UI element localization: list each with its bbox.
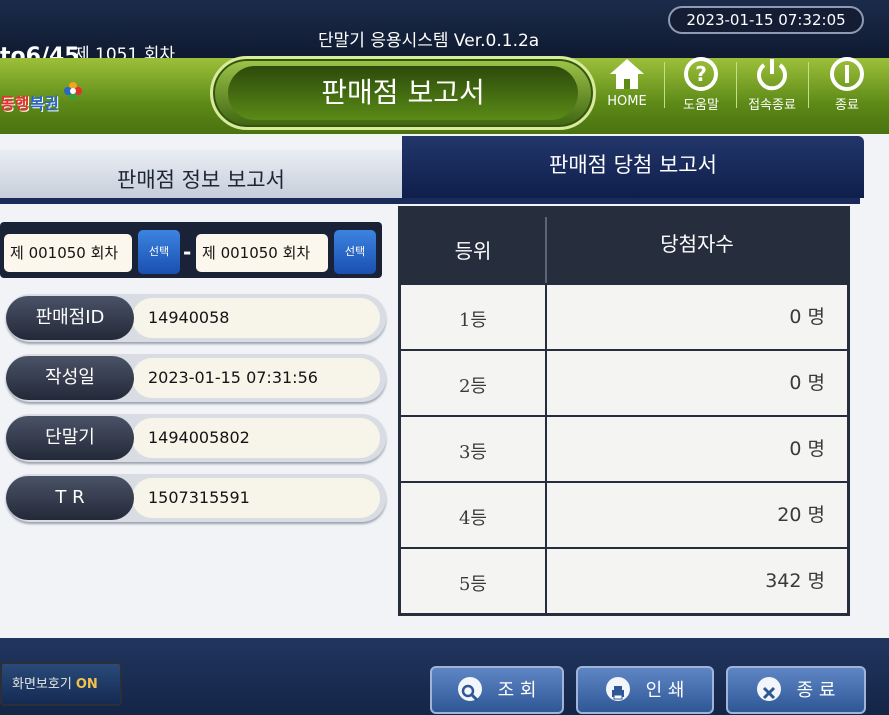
count-cell: 0 명: [789, 306, 825, 328]
table-row: 2등 0 명: [401, 349, 847, 415]
logo-flower-icon: [64, 82, 82, 100]
home-button[interactable]: HOME: [598, 56, 656, 116]
round-to-select-button[interactable]: 선택: [334, 230, 376, 274]
header-divider: [808, 62, 809, 108]
tr-row: 1507315591 T R: [6, 474, 388, 522]
range-separator: -: [183, 240, 192, 264]
count-cell: 0 명: [789, 438, 825, 460]
header-divider: [664, 62, 665, 108]
table-row: 3등 0 명: [401, 415, 847, 481]
print-button[interactable]: 인 쇄: [576, 666, 714, 714]
exit-bottom-label: 종 료: [796, 680, 836, 701]
round-to-input[interactable]: 제 001050 회차: [196, 234, 328, 272]
screensaver-state: ON: [75, 677, 98, 692]
store-id-row: 14940058 판매점ID: [6, 294, 388, 342]
exit-top-label: 종료: [835, 98, 859, 113]
exit-icon: [830, 57, 864, 91]
home-label: HOME: [607, 94, 647, 109]
screensaver-label: 화면보호기: [12, 677, 72, 692]
page-title: 판매점 보고서: [228, 66, 578, 120]
query-button[interactable]: 조 회: [430, 666, 564, 714]
close-icon: [756, 677, 781, 701]
query-label: 조 회: [497, 680, 537, 701]
help-label: 도움말: [683, 98, 719, 113]
tab-store-info[interactable]: 판매점 정보 보고서: [0, 150, 402, 202]
count-header: 당첨자수: [660, 232, 734, 256]
rank-cell: 5등: [458, 574, 487, 595]
created-date-value: 2023-01-15 07:31:56: [132, 358, 380, 398]
power-icon: [757, 59, 787, 91]
tab-underline: [0, 198, 860, 204]
rank-cell: 3등: [458, 442, 487, 463]
help-icon: ?: [684, 57, 718, 91]
round-from-input[interactable]: 제 001050 회차: [4, 234, 132, 272]
terminal-row: 1494005802 단말기: [6, 414, 388, 462]
svg-text:?: ?: [695, 62, 707, 86]
rank-header: 등위: [454, 239, 492, 263]
tab-winning-report[interactable]: 판매점 당첨 보고서: [402, 136, 864, 198]
winners-table: 등위 당첨자수 1등 0 명 2등 0 명 3등 0 명 4등 20 명 5등 …: [398, 206, 850, 616]
help-button[interactable]: ? 도움말: [672, 56, 730, 116]
table-row: 1등 0 명: [401, 283, 847, 349]
store-id-value: 14940058: [132, 298, 380, 338]
terminal-value: 1494005802: [132, 418, 380, 458]
tr-label: T R: [6, 476, 134, 520]
brand-logo: 동행복권: [0, 90, 59, 114]
printer-icon: [605, 677, 630, 701]
top-bar: to6/45 제 1051 회차 단말기 응용시스템 Ver.0.1.2a 20…: [0, 0, 889, 69]
rank-cell: 4등: [458, 508, 487, 529]
tr-value: 1507315591: [132, 478, 380, 518]
created-date-row: 2023-01-15 07:31:56 작성일: [6, 354, 388, 402]
home-icon: [610, 59, 644, 89]
count-cell: 20 명: [777, 504, 825, 526]
disconnect-button[interactable]: 접속종료: [740, 56, 804, 116]
count-cell: 342 명: [765, 570, 825, 592]
created-date-label: 작성일: [6, 356, 134, 400]
terminal-label: 단말기: [6, 416, 134, 460]
app-title: 단말기 응용시스템 Ver.0.1.2a: [318, 31, 540, 51]
rank-cell: 2등: [458, 376, 487, 397]
screensaver-toggle[interactable]: 화면보호기 ON: [0, 662, 122, 706]
exit-bottom-button[interactable]: 종 료: [726, 666, 866, 714]
table-row: 5등 342 명: [401, 547, 847, 613]
print-label: 인 쇄: [645, 680, 685, 701]
table-row: 4등 20 명: [401, 481, 847, 547]
clock: 2023-01-15 07:32:05: [668, 6, 864, 34]
search-icon: [457, 677, 482, 702]
store-id-label: 판매점ID: [6, 296, 134, 340]
round-from-select-button[interactable]: 선택: [138, 230, 180, 274]
disconnect-label: 접속종료: [748, 98, 796, 113]
logo-text-accent: 복권: [29, 94, 59, 113]
logo-text-main: 동행: [0, 94, 30, 113]
count-cell: 0 명: [789, 372, 825, 394]
exit-top-button[interactable]: 종료: [818, 56, 876, 116]
header-divider: [736, 62, 737, 108]
table-header: 등위 당첨자수: [401, 209, 847, 283]
rank-cell: 1등: [458, 310, 487, 331]
